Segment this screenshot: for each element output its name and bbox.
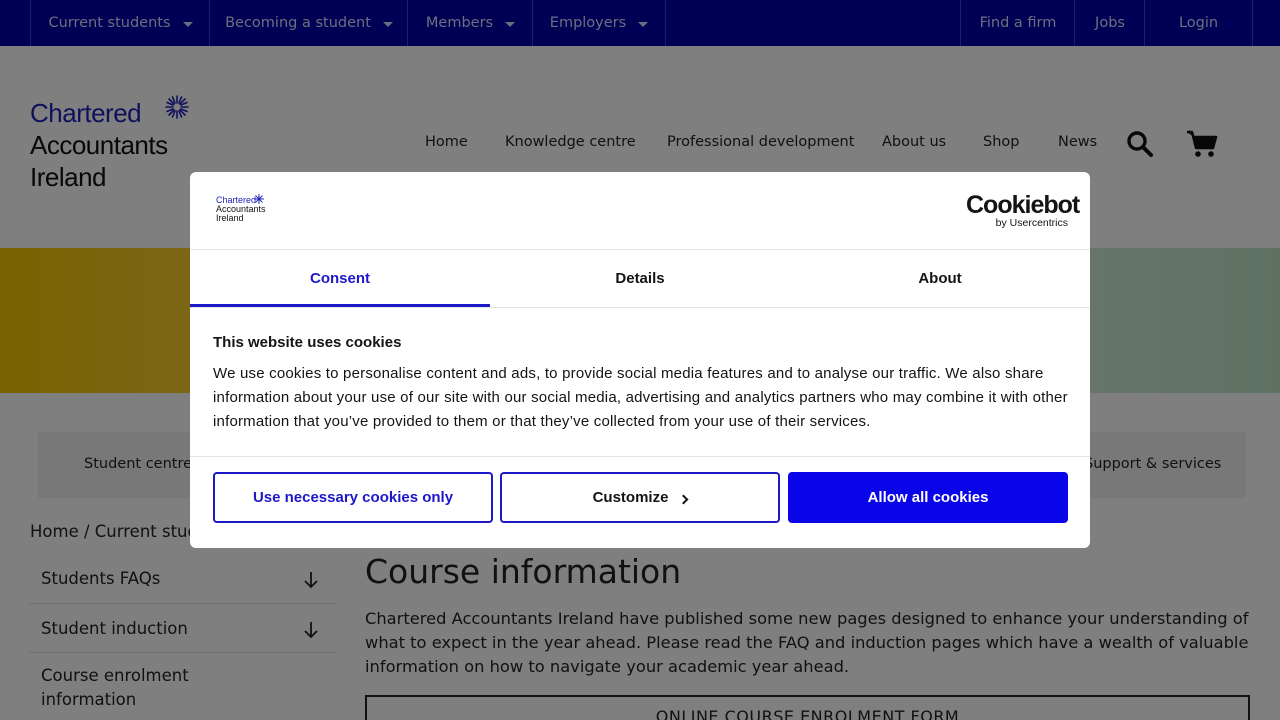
chevron-right-icon bbox=[678, 494, 689, 505]
divider bbox=[190, 307, 1090, 308]
tab-consent[interactable]: Consent bbox=[190, 250, 490, 306]
tab-about[interactable]: About bbox=[790, 250, 1090, 306]
divider bbox=[190, 456, 1090, 457]
use-necessary-cookies-label: Use necessary cookies only bbox=[252, 489, 454, 506]
tab-about-label: About bbox=[918, 269, 962, 287]
cookie-consent-dialog: Chartered Accountants Ireland Cookiebot … bbox=[190, 172, 1090, 548]
tab-consent-label: Consent bbox=[310, 269, 370, 287]
use-necessary-cookies-button[interactable]: Use necessary cookies only bbox=[213, 472, 493, 523]
cookiebot-logo[interactable]: Cookiebot by Usercentrics bbox=[966, 191, 1080, 229]
tab-details[interactable]: Details bbox=[490, 250, 790, 306]
tab-details-label: Details bbox=[615, 269, 665, 287]
dialog-brand-line-3: Ireland bbox=[216, 213, 244, 223]
allow-all-cookies-button[interactable]: Allow all cookies bbox=[788, 472, 1068, 523]
customize-label: Customize bbox=[592, 489, 669, 506]
cookiebot-subtitle: by Usercentrics bbox=[995, 217, 1068, 229]
cookie-dialog-title: This website uses cookies bbox=[213, 334, 402, 351]
cookiebot-wordmark: Cookiebot bbox=[966, 191, 1080, 219]
cookie-dialog-body: We use cookies to personalise content an… bbox=[213, 365, 1068, 430]
starburst-logo-icon bbox=[254, 194, 264, 204]
customize-button[interactable]: Customize bbox=[500, 472, 780, 523]
allow-all-cookies-label: Allow all cookies bbox=[867, 489, 989, 506]
